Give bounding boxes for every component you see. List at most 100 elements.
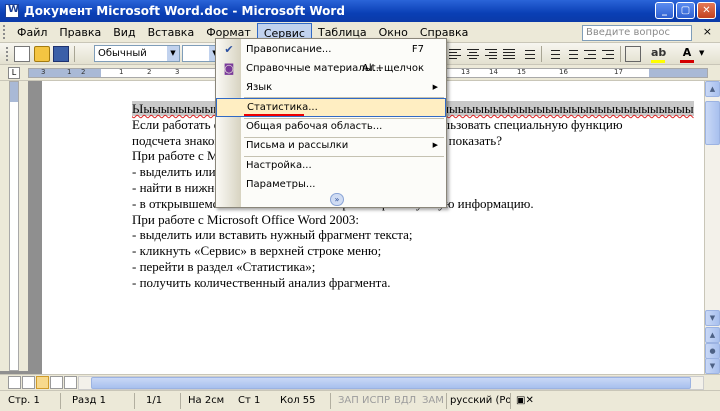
- toolbar-separator: [620, 46, 621, 62]
- submenu-arrow-icon: ▶: [432, 141, 438, 149]
- ruler-number: 2: [147, 68, 152, 76]
- status-record[interactable]: ЗАП: [338, 394, 359, 408]
- menu-item-spelling[interactable]: ✔ Правописание... F7: [216, 41, 446, 60]
- menu-item-label: Статистика...: [247, 102, 318, 113]
- justify-icon[interactable]: [501, 46, 517, 62]
- annotation-underline-statistics: [244, 114, 304, 116]
- menu-item-research[interactable]: ◙ Справочные материалы... Alt+щелчок: [216, 60, 446, 79]
- new-document-icon[interactable]: [14, 46, 30, 62]
- ruler-number: 15: [517, 68, 526, 76]
- horizontal-scrollbar[interactable]: [78, 376, 704, 390]
- ruler-number: 14: [489, 68, 498, 76]
- vertical-scrollbar[interactable]: ▲ ▼ ▲ ● ▼: [704, 81, 720, 374]
- scroll-down-icon[interactable]: ▼: [705, 310, 720, 326]
- title-bar: Документ Microsoft Word.doc - Microsoft …: [0, 0, 720, 22]
- submenu-arrow-icon: ▶: [432, 83, 438, 91]
- doc-line[interactable]: - выделить или вставить нужный фрагмент …: [132, 227, 662, 243]
- align-center-icon[interactable]: [465, 46, 481, 62]
- style-select-value: Обычный: [98, 48, 147, 59]
- word-app-icon[interactable]: [5, 4, 19, 18]
- increase-indent-icon[interactable]: [600, 46, 616, 62]
- chevron-down-icon[interactable]: ▼: [699, 49, 704, 57]
- menu-view[interactable]: Вид: [107, 23, 141, 42]
- spellcheck-icon: ✔: [224, 43, 234, 56]
- numbering-icon[interactable]: [546, 46, 562, 62]
- vertical-ruler-strip[interactable]: [9, 81, 19, 371]
- view-and-hscroll-bar: [0, 374, 720, 390]
- menu-item-shared-workspace[interactable]: Общая рабочая область...: [216, 118, 446, 137]
- decrease-indent-icon[interactable]: [582, 46, 598, 62]
- menu-item-shortcut: F7: [411, 44, 424, 55]
- menu-item-shortcut: Alt+щелчок: [362, 63, 424, 74]
- normal-view-icon[interactable]: [8, 376, 21, 389]
- tab-stop-selector[interactable]: L: [8, 67, 20, 79]
- reading-layout-icon[interactable]: [64, 376, 77, 389]
- style-select[interactable]: Обычный ▼: [94, 45, 180, 62]
- scroll-up-icon[interactable]: ▲: [705, 81, 720, 97]
- doc-line[interactable]: - кликнуть «Сервис» в верхней строке мен…: [132, 243, 662, 259]
- open-folder-icon[interactable]: [34, 46, 50, 62]
- window-title: Документ Microsoft Word.doc - Microsoft …: [24, 4, 345, 18]
- select-browse-object-icon[interactable]: ●: [705, 343, 720, 359]
- help-search-input[interactable]: Введите вопрос: [582, 25, 692, 41]
- status-extend[interactable]: ВДЛ: [394, 394, 416, 408]
- menu-item-label: Правописание...: [246, 44, 332, 55]
- ruler-number: 1: [119, 68, 124, 76]
- save-icon[interactable]: [53, 46, 69, 62]
- status-bar: Стр. 1 Разд 1 1/1 На 2см Ст 1 Кол 55 ЗАП…: [0, 390, 720, 411]
- doc-line[interactable]: При работе с Microsoft Office Word 2003:: [132, 212, 662, 228]
- expand-menu-icon[interactable]: »: [330, 193, 344, 206]
- status-track-changes[interactable]: ИСПР: [362, 394, 390, 408]
- web-layout-icon[interactable]: [22, 376, 35, 389]
- menu-grip[interactable]: [3, 25, 7, 39]
- toolbar-separator: [541, 46, 542, 62]
- vertical-scroll-thumb[interactable]: [705, 101, 720, 145]
- doc-line[interactable]: - получить количественный анализ фрагмен…: [132, 275, 662, 291]
- font-color-icon[interactable]: A: [680, 46, 694, 60]
- chevron-down-icon[interactable]: ▼: [167, 46, 179, 61]
- minimize-button[interactable]: _: [655, 2, 674, 19]
- horizontal-scroll-thumb[interactable]: [91, 377, 691, 389]
- menu-item-label: Настройка...: [246, 160, 312, 171]
- ruler-number: 17: [614, 68, 623, 76]
- menu-item-language[interactable]: Язык ▶: [216, 79, 446, 98]
- ruler-number: 3: [175, 68, 180, 76]
- toolbar-separator: [74, 46, 75, 62]
- ruler-number: 16: [559, 68, 568, 76]
- previous-page-icon[interactable]: ▲: [705, 327, 720, 343]
- status-column: Кол 55: [280, 395, 316, 406]
- align-right-icon[interactable]: [483, 46, 499, 62]
- outline-view-icon[interactable]: [50, 376, 63, 389]
- menu-file[interactable]: Файл: [11, 23, 53, 42]
- print-layout-icon[interactable]: [36, 376, 49, 389]
- close-document-icon[interactable]: ×: [703, 25, 712, 38]
- status-overtype[interactable]: ЗАМ: [422, 394, 444, 408]
- menu-insert[interactable]: Вставка: [142, 23, 201, 42]
- highlight-color-swatch: [651, 60, 665, 63]
- ruler-number: 3: [41, 68, 46, 76]
- menu-item-customize[interactable]: Настройка...: [216, 157, 446, 176]
- research-icon: ◙: [223, 62, 235, 75]
- borders-icon[interactable]: [625, 46, 641, 62]
- menu-item-mail-merge[interactable]: Письма и рассылки ▶: [216, 137, 446, 156]
- menu-item-label: Параметры...: [246, 179, 316, 190]
- doc-line[interactable]: - перейти в раздел «Статистика»;: [132, 259, 662, 275]
- close-button[interactable]: ✕: [697, 2, 716, 19]
- status-line: Ст 1: [238, 395, 261, 406]
- status-language[interactable]: русский (Ро: [450, 394, 512, 408]
- menu-item-label: Общая рабочая область...: [246, 121, 383, 132]
- font-color-swatch: [680, 60, 694, 63]
- bullets-icon[interactable]: [564, 46, 580, 62]
- menu-edit[interactable]: Правка: [53, 23, 107, 42]
- line-spacing-icon[interactable]: [521, 46, 537, 62]
- ruler-number: 2: [81, 68, 86, 76]
- align-left-icon[interactable]: [447, 46, 463, 62]
- next-page-icon[interactable]: ▼: [705, 358, 720, 374]
- spelling-status-icon[interactable]: ▣✕: [516, 394, 534, 408]
- highlight-icon[interactable]: ab: [651, 46, 666, 60]
- toolbar-grip[interactable]: [6, 47, 10, 61]
- ruler-number: 13: [461, 68, 470, 76]
- menu-item-options[interactable]: Параметры...: [216, 176, 446, 195]
- window-controls: _ ▢ ✕: [655, 2, 716, 19]
- maximize-button[interactable]: ▢: [676, 2, 695, 19]
